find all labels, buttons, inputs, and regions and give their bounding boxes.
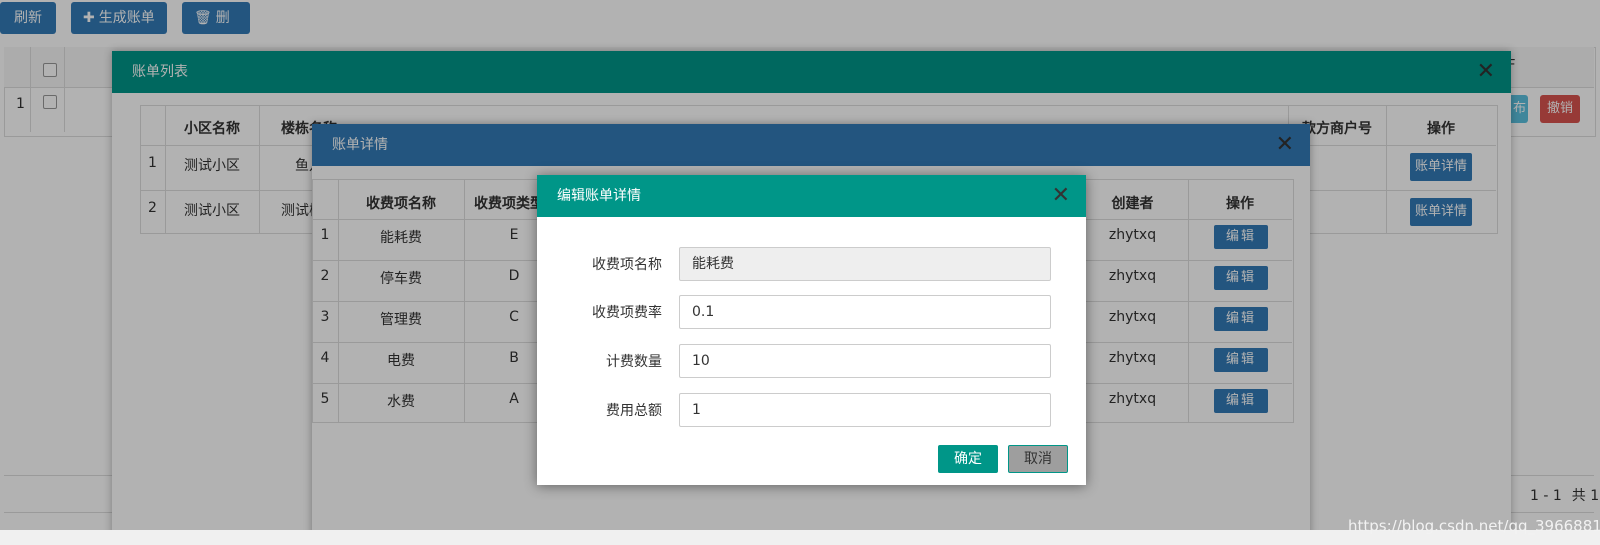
fee-name-label: 收费项名称: [592, 257, 662, 273]
fee-rate-label: 收费项费率: [592, 305, 662, 321]
total-amount-field[interactable]: 1: [679, 393, 1051, 427]
watermark-text: https://blog.csdn.net/qq_39668819: [1348, 517, 1600, 535]
total-amount-label: 费用总额: [606, 403, 662, 419]
edit-bill-detail-modal: 编辑账单详情 ✕ 收费项名称 能耗费 收费项费率 0.1 计费数量 10 费用总…: [537, 175, 1086, 485]
cancel-button[interactable]: 取消: [1008, 445, 1068, 473]
confirm-button[interactable]: 确定: [938, 445, 998, 473]
edit-bill-detail-modal-header: 编辑账单详情 ✕: [537, 175, 1086, 217]
close-icon[interactable]: ✕: [1052, 175, 1070, 217]
edit-bill-detail-modal-title: 编辑账单详情: [557, 188, 641, 204]
fee-rate-field[interactable]: 0.1: [679, 295, 1051, 329]
fee-name-field[interactable]: 能耗费: [679, 247, 1051, 281]
billing-quantity-label: 计费数量: [606, 354, 662, 370]
billing-quantity-field[interactable]: 10: [679, 344, 1051, 378]
